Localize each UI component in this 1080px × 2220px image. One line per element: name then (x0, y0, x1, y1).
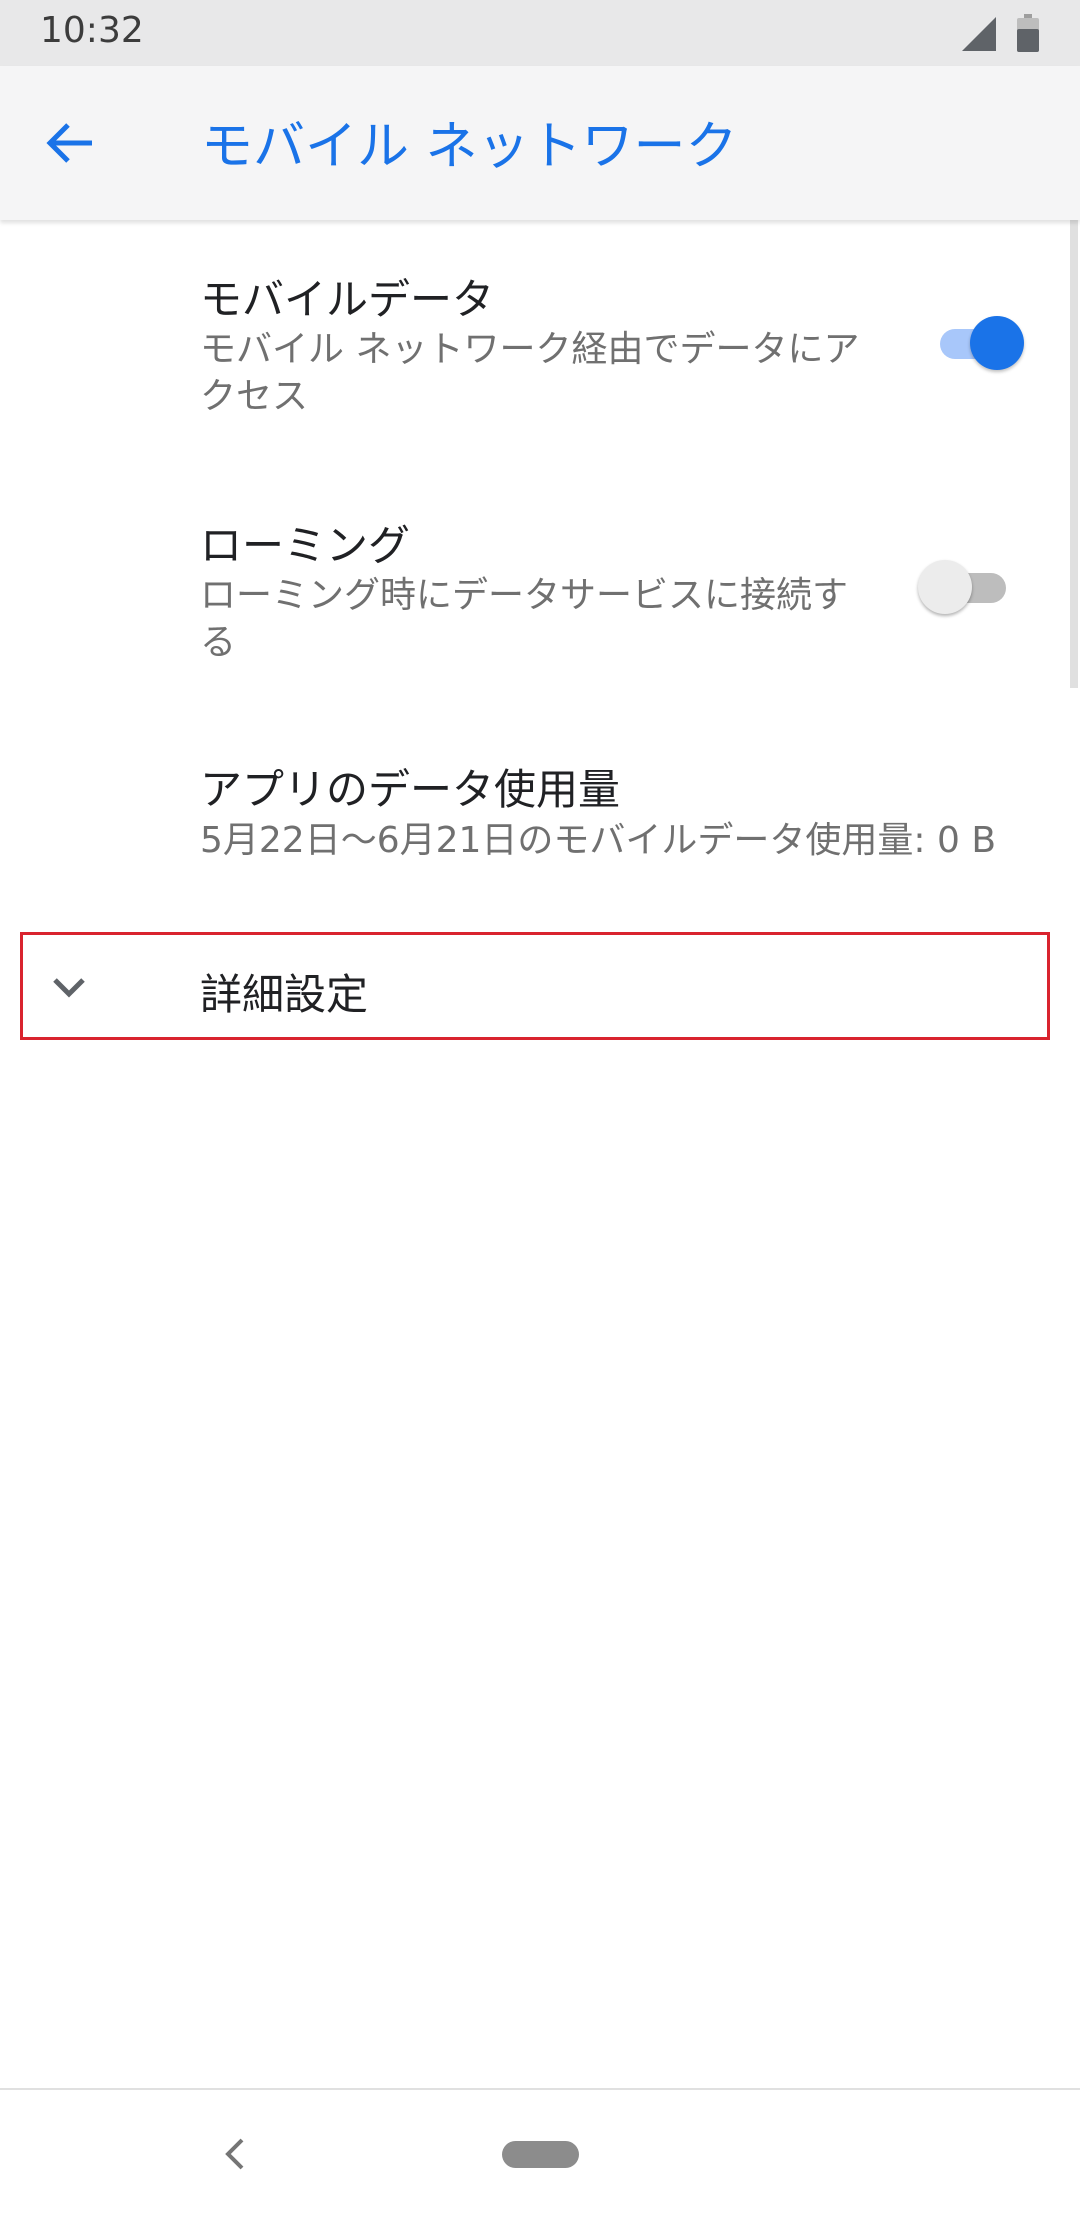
status-time: 10:32 (40, 10, 144, 51)
pref-roaming[interactable]: ローミング ローミング時にデータサービスに接続する (0, 465, 1080, 710)
status-bar: 10:32 (0, 0, 1080, 66)
pref-summary: ローミング時にデータサービスに接続する (200, 575, 849, 663)
switch-thumb (918, 560, 972, 614)
pref-title: ローミング (200, 521, 411, 570)
preferences-list: モバイルデータ モバイル ネットワーク経由でデータにアクセス ローミング ローミ… (0, 220, 1080, 2090)
home-pill-button[interactable] (502, 2141, 579, 2168)
pref-mobile-data[interactable]: モバイルデータ モバイル ネットワーク経由でデータにアクセス (0, 220, 1080, 455)
page-title: モバイル ネットワーク (201, 117, 738, 177)
mobile-data-switch[interactable] (934, 313, 1024, 373)
advanced-settings-label: 詳細設定 (200, 970, 369, 1019)
pref-title: アプリのデータ使用量 (200, 765, 621, 814)
cell-signal-icon (962, 17, 996, 51)
advanced-settings-row[interactable]: 詳細設定 (20, 932, 1050, 1040)
pref-app-data-usage[interactable]: アプリのデータ使用量 5月22日〜6月21日のモバイルデータ使用量: 0 B (0, 710, 1080, 910)
roaming-switch[interactable] (918, 557, 1008, 617)
pref-summary: モバイル ネットワーク経由でデータにアクセス (200, 329, 860, 417)
screen: 10:32 モバイル ネットワーク モバイルデータ モバイル ネットワーク経由で… (0, 0, 1080, 2220)
chevron-down-icon (53, 978, 85, 998)
app-bar: モバイル ネットワーク (0, 66, 1080, 220)
back-arrow-icon[interactable] (40, 113, 100, 173)
pref-summary: 5月22日〜6月21日のモバイルデータ使用量: 0 B (200, 820, 997, 861)
battery-icon (1017, 14, 1039, 52)
switch-thumb (970, 316, 1024, 370)
navigation-bar (0, 2090, 1080, 2220)
nav-back-icon[interactable] (218, 2134, 252, 2174)
pref-title: モバイルデータ (200, 275, 495, 324)
